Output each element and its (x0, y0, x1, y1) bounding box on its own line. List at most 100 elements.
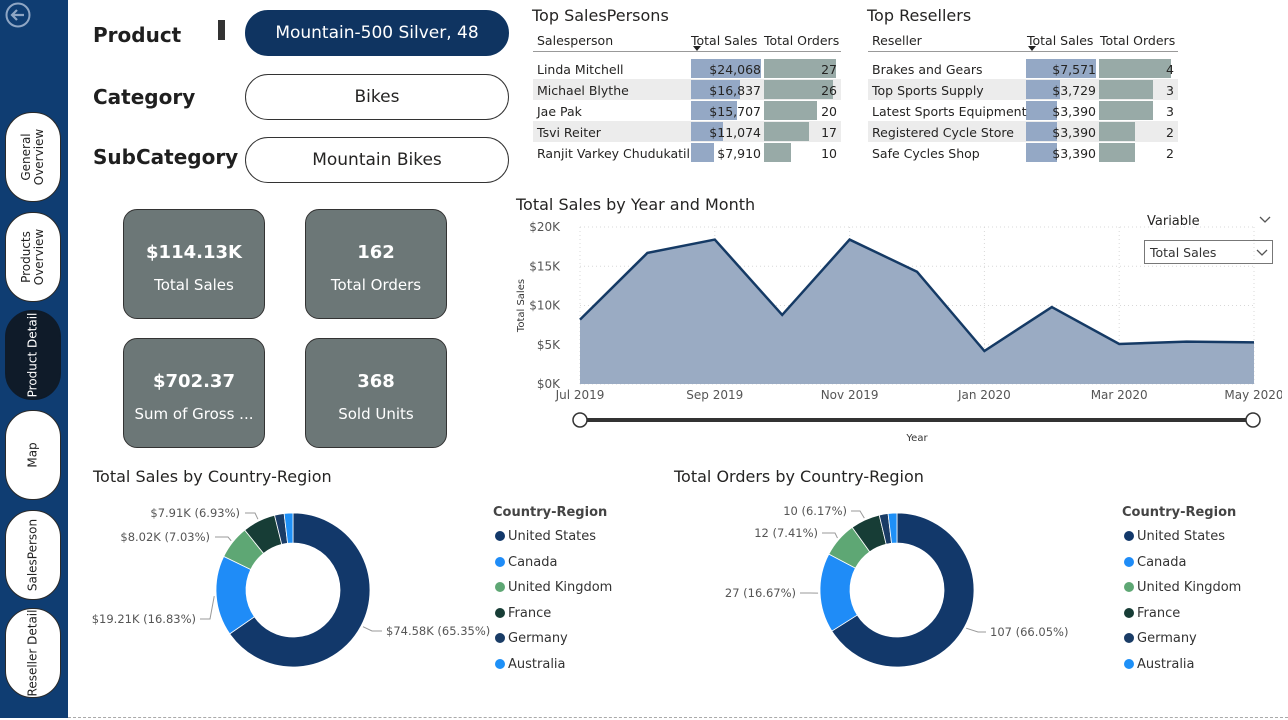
table-header: Salesperson Total Sales Total Orders (533, 29, 841, 52)
slider-end-handle[interactable] (1245, 412, 1261, 428)
variable-slicer-label: Variable (1147, 214, 1200, 229)
nav-tab-label: Reseller Detail (25, 609, 40, 697)
kpi-value: $114.13K (146, 242, 242, 263)
leader-line (245, 512, 259, 520)
column-header-reseller[interactable]: Reseller (872, 33, 922, 48)
product-slicer-button[interactable]: Mountain-500 Silver, 48 (245, 10, 509, 56)
row-name-cell: Ranjit Varkey Chudukatil (537, 146, 691, 161)
data-label: $8.02K (7.03%) (120, 530, 210, 544)
row-name-cell: Jae Pak (537, 104, 582, 119)
nav-tab-label: Map (25, 442, 40, 468)
legend-label: Germany (508, 631, 568, 646)
table-row[interactable]: Linda Mitchell $24,068 27 (533, 58, 841, 79)
table-row[interactable]: Tsvi Reiter $11,074 17 (533, 121, 841, 142)
table-row[interactable]: Registered Cycle Store $3,390 2 (868, 121, 1178, 142)
column-header-total-orders[interactable]: Total Orders (764, 33, 839, 48)
chevron-down-icon[interactable] (1259, 216, 1271, 224)
legend-item[interactable]: Germany (495, 631, 568, 646)
data-point[interactable] (577, 317, 583, 323)
legend-title: Country-Region (493, 505, 608, 520)
variable-dropdown[interactable]: Total Sales (1144, 240, 1273, 264)
nav-tab-products-overview[interactable]: Products Overview (5, 212, 61, 302)
nav-tab-label: Product Detail (25, 312, 40, 398)
data-point[interactable] (847, 237, 853, 243)
table-row[interactable]: Ranjit Varkey Chudukatil $7,910 10 (533, 142, 841, 163)
row-sales-cell: $15,707 (709, 104, 761, 119)
legend-item[interactable]: Australia (1124, 657, 1195, 672)
kpi-value: $702.37 (153, 371, 235, 392)
row-name-cell: Top Sports Supply (872, 83, 984, 98)
data-label: $7.91K (6.93%) (150, 506, 240, 520)
legend-item[interactable]: Canada (1124, 555, 1186, 570)
legend-label: Canada (1137, 554, 1187, 570)
legend-item[interactable]: United Kingdom (495, 580, 612, 595)
data-point[interactable] (644, 250, 650, 256)
product-slicer-label: Product (93, 23, 182, 47)
x-tick-label: May 2020 (1224, 388, 1282, 402)
legend-dot-icon (1124, 633, 1134, 643)
x-tick-label: Mar 2020 (1091, 388, 1148, 402)
table-row[interactable]: Latest Sports Equipment $3,390 3 (868, 100, 1178, 121)
category-slicer-button[interactable]: Bikes (245, 74, 509, 120)
nav-tab-salesperson[interactable]: SalesPerson (5, 510, 61, 600)
data-point[interactable] (1049, 304, 1055, 310)
data-point[interactable] (779, 312, 785, 318)
data-point[interactable] (1184, 339, 1190, 345)
table-row[interactable]: Brakes and Gears $7,571 4 (868, 58, 1178, 79)
y-tick-label: $10K (529, 299, 561, 313)
orders-data-bar (1099, 143, 1135, 162)
legend-item[interactable]: Australia (495, 657, 566, 672)
top-resellers-table: Reseller Total Sales Total Orders Brakes… (868, 29, 1178, 164)
data-point[interactable] (1116, 341, 1122, 347)
row-orders-cell: 3 (1166, 104, 1174, 119)
subcategory-slicer-button[interactable]: Mountain Bikes (245, 137, 509, 183)
nav-tab-general-overview[interactable]: General Overview (5, 112, 61, 202)
kpi-label: Sold Units (338, 405, 414, 423)
top-resellers-title: Top Resellers (867, 6, 972, 25)
column-header-total-sales[interactable]: Total Sales (1027, 33, 1093, 48)
slicer-handle-icon[interactable] (218, 20, 225, 40)
column-header-total-orders[interactable]: Total Orders (1100, 33, 1175, 48)
row-name-cell: Linda Mitchell (537, 62, 624, 77)
sort-desc-icon (1028, 46, 1036, 51)
legend-item[interactable]: United States (1124, 529, 1225, 544)
orders-by-country-donut-chart[interactable]: 107 (66.05%) 27 (16.67%) 12 (7.41%) 10 (6.1… (700, 492, 1100, 692)
table-row[interactable]: Michael Blythe $16,837 26 (533, 79, 841, 100)
orders-data-bar (1099, 101, 1153, 120)
slider-start-handle[interactable] (572, 412, 588, 428)
nav-tab-product-detail[interactable]: Product Detail (5, 310, 61, 400)
category-slicer-label: Category (93, 85, 196, 109)
legend-dot-icon (495, 633, 505, 643)
leader-line (362, 626, 382, 632)
kpi-card-sold-units: 368 Sold Units (305, 338, 447, 448)
x-axis-title: Year (905, 433, 928, 444)
nav-tab-reseller-detail[interactable]: Reseller Detail (5, 608, 61, 698)
table-row[interactable]: Jae Pak $15,707 20 (533, 100, 841, 121)
legend-item[interactable]: United Kingdom (1124, 580, 1241, 595)
data-label: 27 (16.67%) (725, 586, 796, 600)
nav-tab-map[interactable]: Map (5, 410, 61, 500)
data-point[interactable] (1251, 339, 1257, 345)
table-header: Reseller Total Sales Total Orders (868, 29, 1178, 52)
data-point[interactable] (712, 237, 718, 243)
table-row[interactable]: Top Sports Supply $3,729 3 (868, 79, 1178, 100)
legend-item[interactable]: Germany (1124, 631, 1197, 646)
legend-dot-icon (1124, 531, 1134, 541)
orders-data-bar (1099, 80, 1153, 99)
sales-by-country-title: Total Sales by Country-Region (93, 467, 332, 486)
sales-by-country-legend: Country-Region United States Canada United… (493, 505, 653, 685)
data-point[interactable] (914, 269, 920, 275)
kpi-value: 162 (357, 242, 395, 263)
row-name-cell: Brakes and Gears (872, 62, 983, 77)
column-header-salesperson[interactable]: Salesperson (537, 33, 613, 48)
legend-item[interactable]: Canada (495, 555, 557, 570)
legend-item[interactable]: United States (495, 529, 596, 544)
row-sales-cell: $3,390 (1052, 146, 1096, 161)
table-row[interactable]: Safe Cycles Shop $3,390 2 (868, 142, 1178, 163)
legend-item[interactable]: France (495, 606, 551, 621)
back-arrow-icon[interactable] (5, 2, 31, 28)
sales-by-country-donut-chart[interactable]: $74.58K (65.35%) $19.21K (16.83%) $8.02K (… (90, 492, 490, 692)
sales-data-bar (691, 143, 714, 162)
legend-item[interactable]: France (1124, 606, 1180, 621)
data-point[interactable] (981, 348, 987, 354)
